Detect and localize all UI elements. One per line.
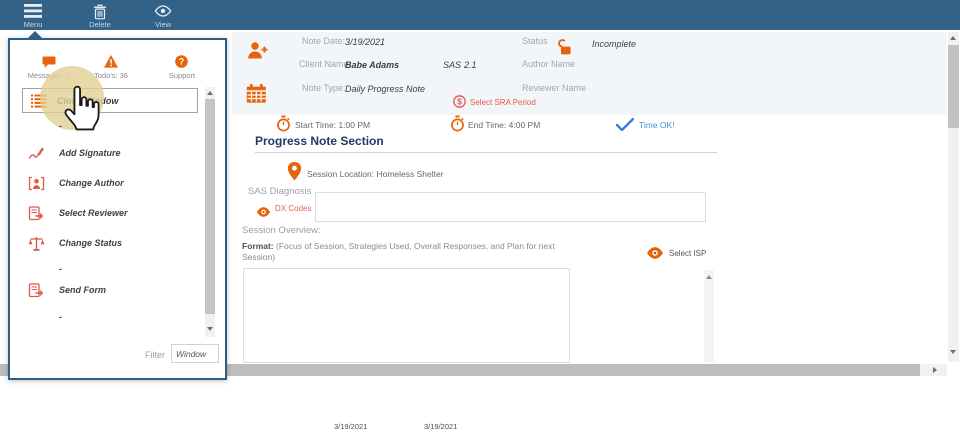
scroll-down-arrow-icon[interactable] (950, 350, 956, 354)
hand-cursor-icon (60, 84, 102, 139)
menu-item-select-reviewer[interactable]: Select Reviewer (59, 208, 128, 218)
dx-codes-input[interactable] (315, 192, 706, 222)
select-isp-link[interactable]: Select ISP (669, 249, 706, 258)
vertical-scroll-thumb[interactable] (948, 45, 959, 128)
scroll-up-arrow-icon[interactable] (207, 91, 213, 95)
delete-button[interactable]: Delete (78, 1, 122, 29)
menu-separator: - (59, 312, 62, 322)
delete-button-label: Delete (78, 20, 122, 29)
menu-item-change-author[interactable]: Change Author (59, 178, 124, 188)
stopwatch-icon (450, 115, 465, 137)
footer-date-right: 3/19/2021 (424, 422, 457, 431)
section-divider (255, 152, 717, 153)
footer-date-left: 3/19/2021 (334, 422, 367, 431)
app-window: Menu Delete View Note Date: 3/19/2021 Cl… (0, 0, 960, 443)
menu-item-add-signature[interactable]: Add Signature (59, 148, 121, 158)
inner-scrollbar[interactable] (704, 270, 714, 362)
select-sra-period-link[interactable]: Select SRA Period (470, 98, 536, 107)
status-value: Incomplete (592, 39, 636, 49)
signature-icon (28, 146, 45, 166)
note-date-label: Note Date: (302, 36, 345, 46)
unlocked-icon[interactable] (556, 38, 574, 61)
send-form-icon (28, 283, 44, 303)
note-date-value[interactable]: 3/19/2021 (345, 37, 385, 47)
note-type-label: Note Type: (302, 83, 345, 93)
start-time-text: Start Time: 1:00 PM (295, 120, 370, 130)
session-overview-label: Session Overview: (242, 225, 321, 236)
time-ok-text: Time OK! (639, 120, 675, 130)
location-pin-icon[interactable] (287, 162, 302, 186)
menu-scrollbar[interactable] (205, 87, 215, 337)
sas-value: 2.1 (464, 60, 477, 70)
menu-button[interactable]: Menu (11, 1, 55, 29)
menu-item-change-status[interactable]: Change Status (59, 238, 122, 248)
scroll-down-arrow-icon[interactable] (207, 327, 213, 331)
sas-label: SAS (443, 60, 461, 70)
format-hint: Format: (Focus of Session, Strategies Us… (242, 241, 578, 262)
scroll-up-arrow-icon[interactable] (706, 275, 712, 279)
svg-text:$: $ (457, 96, 462, 106)
dollar-icon[interactable]: $ (453, 95, 466, 113)
note-type-value[interactable]: Daily Progress Note (345, 84, 425, 94)
format-label: Format: (242, 241, 274, 251)
hamburger-icon (11, 4, 55, 20)
trash-icon (78, 4, 122, 20)
section-title: Progress Note Section (255, 134, 384, 148)
support-shortcut[interactable]: Support (152, 71, 212, 80)
session-overview-textarea[interactable] (243, 268, 570, 363)
menu-button-label: Menu (11, 20, 55, 29)
menu-scroll-thumb[interactable] (205, 99, 215, 314)
panel-notch (26, 31, 44, 40)
calendar-icon[interactable] (246, 84, 267, 108)
filter-input[interactable] (171, 344, 219, 363)
dx-codes-eye-icon[interactable] (256, 204, 271, 222)
view-button[interactable]: View (141, 1, 185, 29)
scroll-up-arrow-icon[interactable] (950, 36, 956, 40)
reviewer-name-label: Reviewer Name (522, 83, 586, 93)
client-name-value[interactable]: Babe Adams (345, 60, 399, 70)
dx-codes-link[interactable]: DX Codes (275, 204, 311, 213)
menu-item-send-form[interactable]: Send Form (59, 285, 106, 295)
select-reviewer-icon (28, 206, 44, 226)
main-vertical-scrollbar[interactable] (948, 32, 959, 362)
scroll-right-arrow-icon[interactable] (933, 367, 937, 373)
select-isp-eye-icon[interactable] (646, 246, 664, 264)
client-name-label: Client Name: (299, 59, 351, 69)
session-location-text: Session Location: Homeless Shelter (307, 169, 444, 179)
end-time-text: End Time: 4:00 PM (468, 120, 540, 130)
menu-separator: - (59, 264, 62, 274)
top-toolbar: Menu Delete View (0, 0, 960, 30)
svg-text:?: ? (179, 57, 185, 67)
filter-label: Filter (145, 350, 165, 360)
view-button-label: View (141, 20, 185, 29)
author-name-label: Author Name (522, 59, 575, 69)
sas-diagnosis-label: SAS Diagnosis (248, 186, 311, 197)
add-client-icon[interactable] (246, 40, 268, 67)
change-author-icon (28, 176, 45, 196)
check-icon (616, 118, 634, 136)
change-status-icon (28, 236, 45, 257)
eye-icon (141, 4, 185, 20)
status-label: Status (522, 36, 548, 46)
menu-dropdown-panel: Messages: 1 Todo's: 36 ? Support Close W… (8, 38, 227, 380)
